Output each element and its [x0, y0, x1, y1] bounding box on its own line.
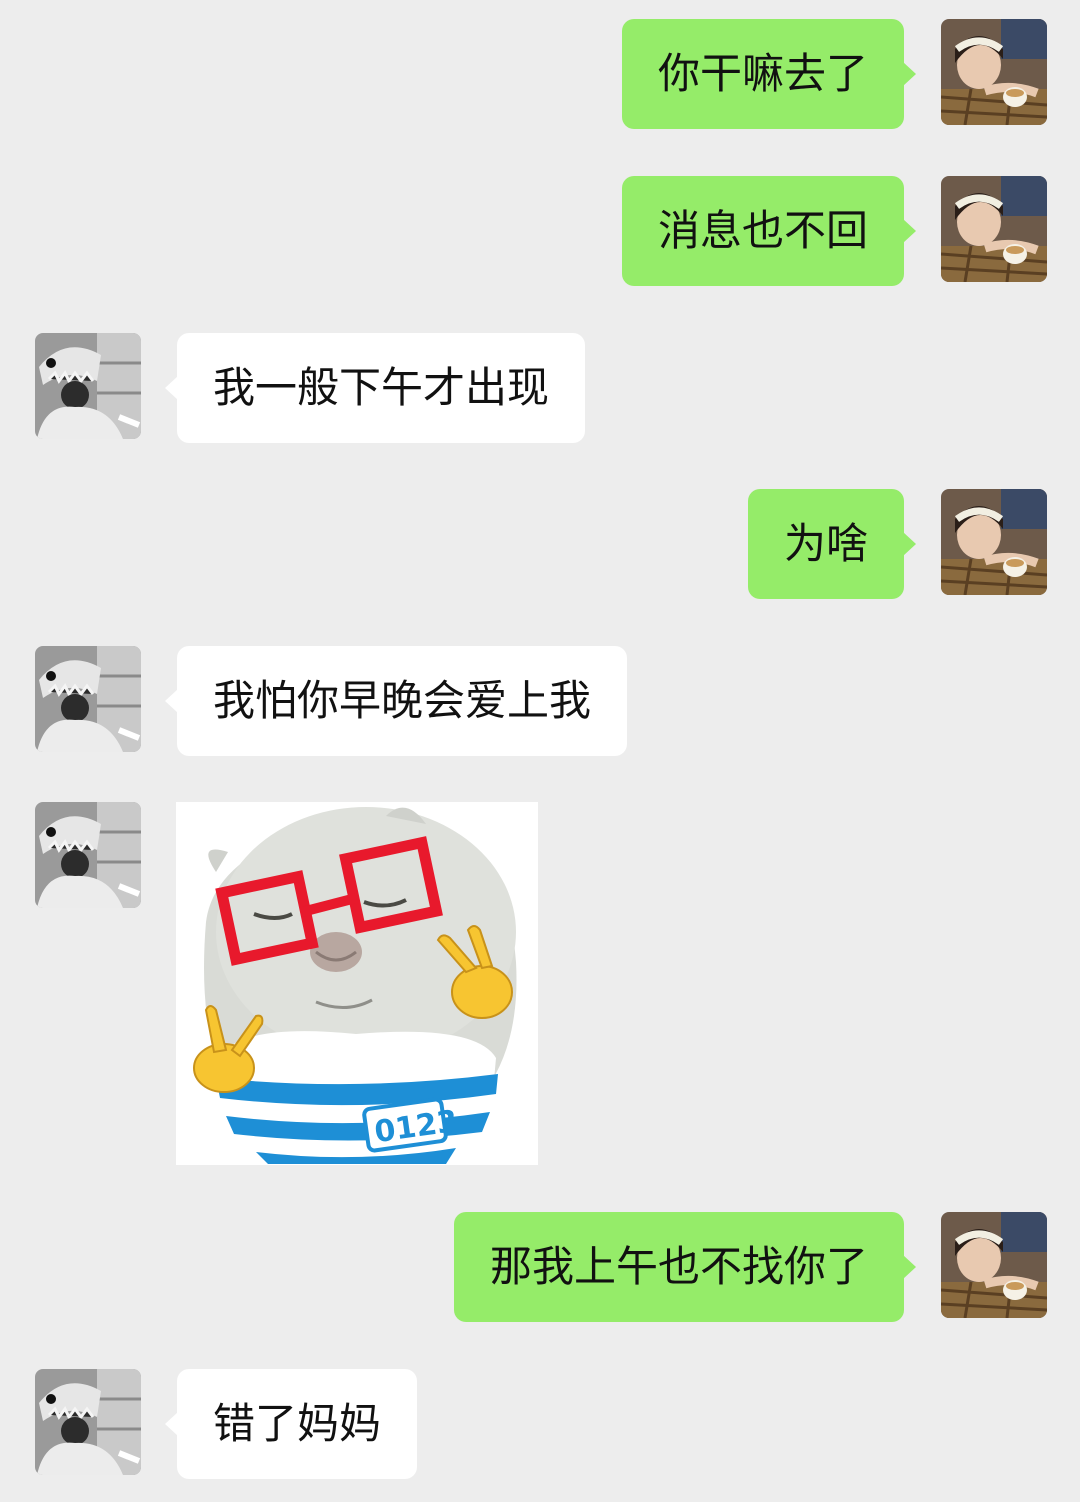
- avatar-shark-hat-image: [35, 1369, 141, 1475]
- cat-with-glasses-sticker-image: 0123: [176, 802, 538, 1165]
- message-bubble-outgoing[interactable]: 那我上午也不找你了: [453, 1212, 917, 1322]
- message-bubble-incoming[interactable]: 我一般下午才出现: [164, 333, 586, 443]
- contact-avatar[interactable]: [35, 646, 141, 752]
- avatar-shark-hat-image: [35, 333, 141, 439]
- avatar-shark-hat-image: [35, 802, 141, 908]
- message-row-incoming: 我一般下午才出现: [0, 333, 1080, 443]
- message-row-outgoing: 那我上午也不找你了: [0, 1212, 1080, 1322]
- my-avatar[interactable]: [941, 489, 1047, 595]
- message-row-incoming: 0123: [0, 802, 1080, 1165]
- avatar-girl-image: [941, 489, 1047, 595]
- message-bubble-outgoing[interactable]: 你干嘛去了: [621, 19, 917, 129]
- my-avatar[interactable]: [941, 176, 1047, 282]
- message-bubble-outgoing[interactable]: 为啥: [747, 489, 917, 599]
- message-row-outgoing: 消息也不回: [0, 176, 1080, 286]
- message-row-outgoing: 你干嘛去了: [0, 19, 1080, 129]
- message-row-incoming: 我怕你早晚会爱上我: [0, 646, 1080, 756]
- chat-message-list[interactable]: 你干嘛去了 消息也不回 我一般下午才出现 为啥 我怕你早晚会爱上我 0123 那…: [0, 0, 1080, 1502]
- my-avatar[interactable]: [941, 19, 1047, 125]
- avatar-girl-image: [941, 1212, 1047, 1318]
- my-avatar[interactable]: [941, 1212, 1047, 1318]
- contact-avatar[interactable]: [35, 333, 141, 439]
- contact-avatar[interactable]: [35, 802, 141, 908]
- contact-avatar[interactable]: [35, 1369, 141, 1475]
- sticker-message[interactable]: 0123: [176, 802, 538, 1165]
- message-bubble-incoming[interactable]: 错了妈妈: [164, 1369, 418, 1479]
- message-bubble-outgoing[interactable]: 消息也不回: [621, 176, 917, 286]
- message-row-outgoing: 为啥: [0, 489, 1080, 599]
- avatar-girl-image: [941, 19, 1047, 125]
- message-bubble-incoming[interactable]: 我怕你早晚会爱上我: [164, 646, 628, 756]
- avatar-girl-image: [941, 176, 1047, 282]
- message-row-incoming: 错了妈妈: [0, 1369, 1080, 1479]
- avatar-shark-hat-image: [35, 646, 141, 752]
